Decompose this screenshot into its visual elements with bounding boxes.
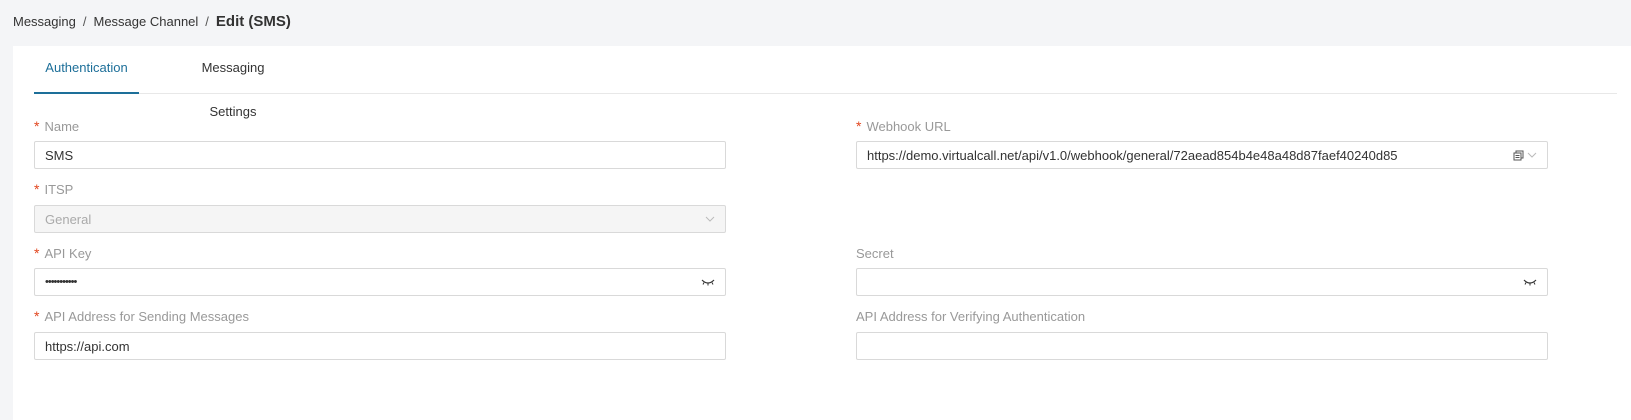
- secret-label: Secret: [856, 245, 894, 261]
- api-verify-label: API Address for Verifying Authentication: [856, 308, 1086, 324]
- webhook-url-label: * Webhook URL: [856, 118, 951, 134]
- name-label: * Name: [34, 118, 80, 134]
- breadcrumb-separator: /: [205, 13, 209, 29]
- required-asterisk: *: [34, 245, 40, 261]
- tab-bar: Authentication Messaging Settings: [34, 46, 1617, 119]
- api-key-label: * API Key: [34, 245, 92, 261]
- breadcrumb-messaging[interactable]: Messaging: [13, 14, 76, 29]
- name-input[interactable]: SMS: [34, 141, 726, 169]
- copy-icon[interactable]: [1513, 150, 1524, 161]
- api-key-input[interactable]: •••••••••••: [34, 268, 726, 296]
- required-asterisk: *: [34, 118, 40, 134]
- required-asterisk: *: [856, 118, 862, 134]
- chevron-down-icon: [705, 214, 715, 224]
- required-asterisk: *: [34, 308, 40, 324]
- secret-input[interactable]: [856, 268, 1548, 296]
- chevron-down-icon[interactable]: [1527, 150, 1537, 160]
- itsp-label: * ITSP: [34, 181, 74, 197]
- webhook-url-input[interactable]: https://demo.virtualcall.net/api/v1.0/we…: [856, 141, 1548, 169]
- api-verify-input[interactable]: [856, 332, 1548, 360]
- eye-closed-icon[interactable]: [701, 277, 715, 287]
- itsp-select[interactable]: General: [34, 205, 726, 233]
- required-asterisk: *: [34, 181, 40, 197]
- page-title: Edit (SMS): [215, 12, 291, 30]
- api-send-input[interactable]: https://api.com: [34, 332, 726, 360]
- eye-closed-icon[interactable]: [1523, 277, 1537, 287]
- api-send-label: * API Address for Sending Messages: [34, 308, 249, 324]
- breadcrumb-message-channel[interactable]: Message Channel: [94, 14, 199, 29]
- form-card: Authentication Messaging Settings * Name…: [13, 46, 1631, 420]
- breadcrumb-separator: /: [82, 13, 87, 29]
- breadcrumb: Messaging / Message Channel / Edit (SMS): [13, 9, 291, 33]
- tab-authentication[interactable]: Authentication: [34, 46, 139, 94]
- tab-messaging-settings[interactable]: Messaging Settings: [180, 46, 286, 119]
